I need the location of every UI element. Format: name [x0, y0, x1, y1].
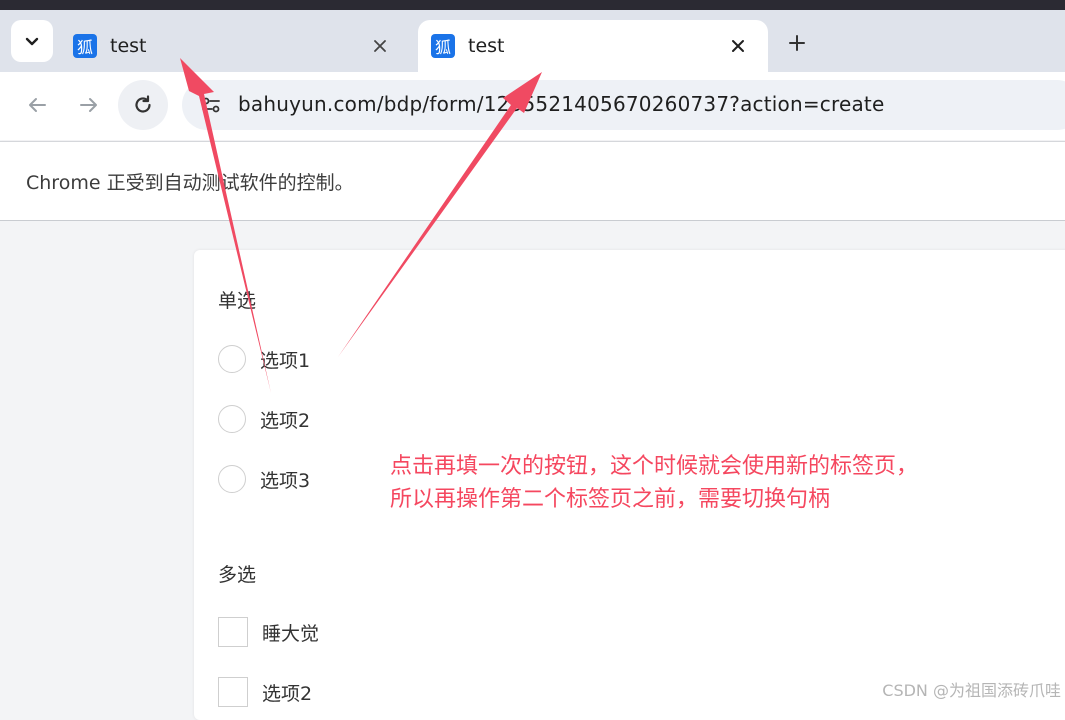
automation-infobar: Chrome 正受到自动测试软件的控制。	[0, 141, 1065, 221]
browser-toolbar: bahuyun.com/bdp/form/1235521405670260737…	[0, 72, 1065, 140]
url-text[interactable]: bahuyun.com/bdp/form/1235521405670260737…	[238, 92, 884, 116]
tab-title: test	[468, 35, 505, 57]
chevron-down-icon	[25, 37, 39, 46]
watermark: CSDN @为祖国添砖爪哇	[882, 681, 1061, 700]
new-tab-button[interactable]	[780, 26, 814, 60]
site-info-icon[interactable]	[200, 94, 222, 116]
single-choice-title: 单选	[218, 290, 257, 312]
radio-button[interactable]	[218, 405, 246, 433]
checkbox-option-1[interactable]: 睡大觉	[218, 617, 319, 647]
tab-active[interactable]: 狐 test	[418, 20, 768, 72]
address-bar[interactable]: bahuyun.com/bdp/form/1235521405670260737…	[182, 80, 1065, 130]
window-top-strip	[0, 0, 1065, 10]
tab-search-button[interactable]	[11, 20, 53, 62]
back-icon	[29, 98, 46, 112]
forward-button[interactable]	[64, 80, 114, 130]
radio-option-3[interactable]: 选项3	[218, 464, 310, 494]
radio-button[interactable]	[218, 345, 246, 373]
radio-option-2[interactable]: 选项2	[218, 404, 310, 434]
annotation-text: 点击再填一次的按钮，这个时候就会使用新的标签页， 所以再操作第二个标签页之前，需…	[390, 450, 918, 516]
option-label: 选项2	[260, 409, 311, 432]
radio-button[interactable]	[218, 465, 246, 493]
back-button[interactable]	[12, 80, 62, 130]
tab-inactive[interactable]: 狐 test	[60, 20, 410, 72]
checkbox-option-2[interactable]: 选项2	[218, 677, 312, 707]
forward-icon	[80, 98, 97, 112]
multi-choice-title: 多选	[218, 564, 257, 586]
close-icon[interactable]	[724, 32, 752, 60]
reload-icon	[135, 95, 151, 113]
annotation-line-2: 所以再操作第二个标签页之前，需要切换句柄	[390, 487, 831, 512]
option-label: 选项3	[260, 469, 311, 492]
tab-favicon: 狐	[73, 34, 97, 58]
option-label: 选项1	[260, 349, 311, 372]
plus-icon	[789, 35, 805, 51]
radio-option-1[interactable]: 选项1	[218, 344, 310, 374]
option-label: 睡大觉	[262, 622, 320, 645]
reload-button[interactable]	[118, 80, 168, 130]
checkbox[interactable]	[218, 617, 248, 647]
tab-favicon: 狐	[431, 34, 455, 58]
option-label: 选项2	[262, 682, 313, 705]
checkbox[interactable]	[218, 677, 248, 707]
annotation-line-1: 点击再填一次的按钮，这个时候就会使用新的标签页，	[390, 454, 919, 479]
tab-title: test	[110, 35, 147, 57]
close-icon[interactable]	[366, 32, 394, 60]
infobar-text: Chrome 正受到自动测试软件的控制。	[26, 172, 354, 194]
